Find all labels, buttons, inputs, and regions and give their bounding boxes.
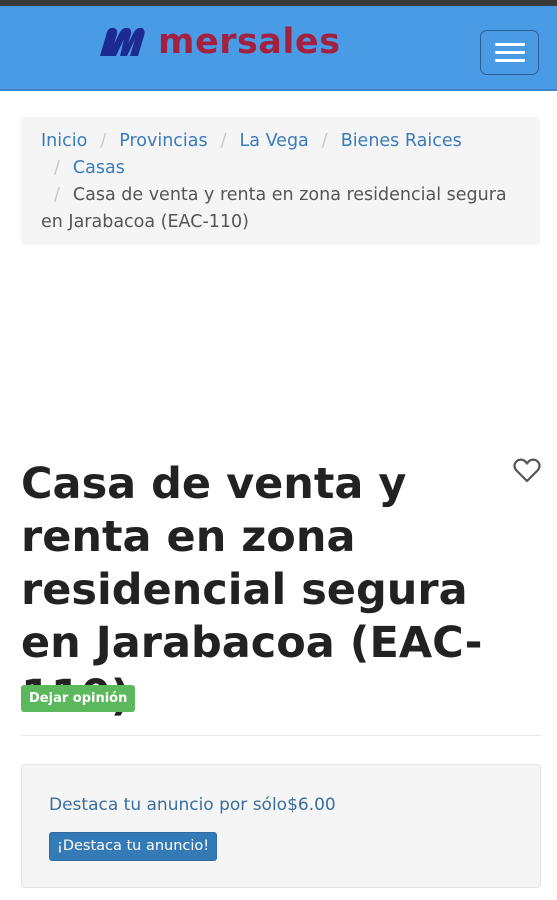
promote-ad-panel: Destaca tu anuncio por sólo$6.00 ¡Destac… xyxy=(21,764,541,888)
breadcrumb-provincias[interactable]: Provincias xyxy=(119,131,207,151)
breadcrumb-separator: / xyxy=(100,131,107,151)
breadcrumb-separator: / xyxy=(321,131,328,151)
breadcrumb-separator: / xyxy=(220,131,227,151)
divider xyxy=(21,735,541,736)
leave-opinion-button[interactable]: Dejar opinión xyxy=(21,685,136,712)
breadcrumb-casas[interactable]: Casas xyxy=(73,158,125,178)
promote-ad-text: Destaca tu anuncio por sólo$6.00 xyxy=(49,795,336,815)
promote-ad-button[interactable]: ¡Destaca tu anuncio! xyxy=(49,832,218,861)
menu-bar-icon xyxy=(494,59,525,62)
page-title: Casa de venta y renta en zona residencia… xyxy=(21,459,483,721)
hamburger-menu-button[interactable] xyxy=(480,30,539,75)
menu-bar-icon xyxy=(494,43,525,46)
breadcrumb-inicio[interactable]: Inicio xyxy=(41,131,87,151)
breadcrumb: Inicio / Provincias / La Vega / Bienes Raices /… xyxy=(21,117,540,245)
breadcrumb-separator: / xyxy=(54,158,60,178)
breadcrumb-separator: / xyxy=(54,185,60,205)
breadcrumb-current: Casa de venta y renta en zona residencia… xyxy=(41,185,507,232)
logo-m-icon xyxy=(100,27,145,56)
breadcrumb-la-vega[interactable]: La Vega xyxy=(240,131,309,151)
brand-name: mersales xyxy=(158,21,341,62)
breadcrumb-bienes-raices[interactable]: Bienes Raices xyxy=(341,131,462,151)
site-logo[interactable]: mersales xyxy=(96,20,341,64)
site-header: mersales xyxy=(0,0,557,91)
menu-bar-icon xyxy=(494,51,525,54)
